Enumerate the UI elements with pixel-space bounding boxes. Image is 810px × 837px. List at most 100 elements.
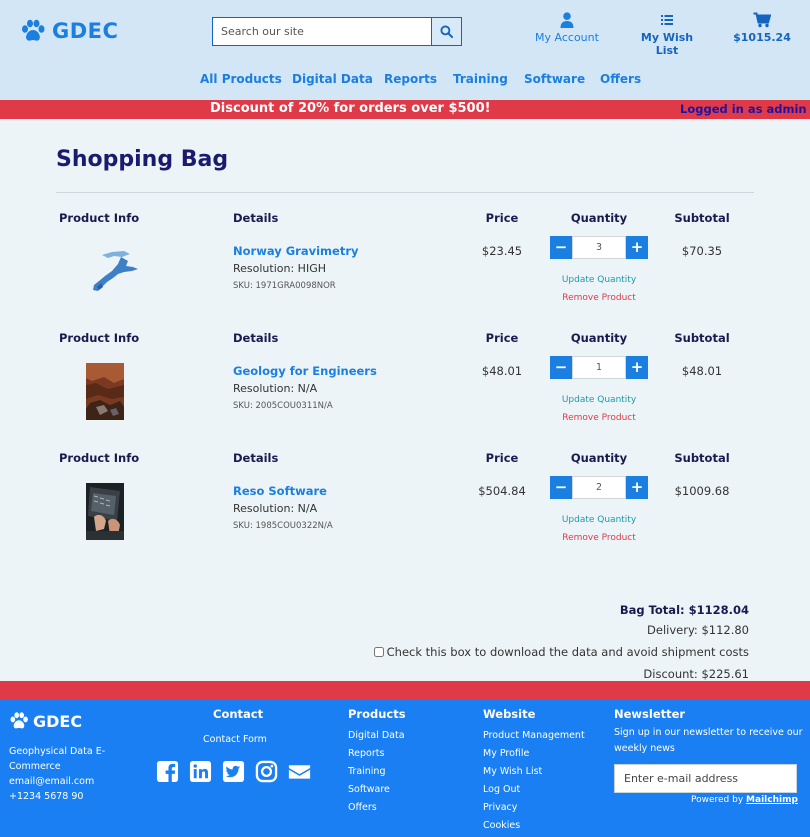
col-product-info: Product Info — [59, 451, 140, 465]
footer-brand-logo[interactable]: GDEC — [9, 711, 82, 731]
shopping-cart-icon — [753, 12, 771, 28]
footer-products-heading: Products — [348, 707, 406, 721]
col-product-info: Product Info — [59, 211, 140, 225]
user-icon — [560, 12, 574, 28]
footer-link-digital-data[interactable]: Digital Data — [348, 727, 405, 745]
footer-link-wish-list[interactable]: My Wish List — [483, 763, 585, 781]
cart-total: $1015.24 — [733, 31, 791, 44]
remove-product-link[interactable]: Remove Product — [550, 533, 648, 543]
footer-link-my-profile[interactable]: My Profile — [483, 745, 585, 763]
footer-link-privacy[interactable]: Privacy — [483, 799, 585, 817]
col-price: Price — [485, 211, 519, 225]
nav-offers[interactable]: Offers — [600, 72, 641, 86]
product-name-link[interactable]: Geology for Engineers — [233, 364, 377, 378]
title-divider — [56, 192, 754, 193]
product-resolution: Resolution: HIGH — [233, 262, 326, 275]
footer-link-product-management[interactable]: Product Management — [483, 727, 585, 745]
update-quantity-link[interactable]: Update Quantity — [550, 395, 648, 405]
quantity-input[interactable]: 3 — [572, 236, 626, 259]
newsletter-description: Sign up in our newsletter to receive our… — [614, 727, 803, 754]
product-name-link[interactable]: Reso Software — [233, 484, 327, 498]
wish-list-label: My Wish List — [640, 31, 694, 57]
col-details: Details — [233, 331, 279, 345]
product-subtotal: $70.35 — [681, 244, 723, 258]
rock-formation-image[interactable] — [86, 363, 124, 420]
nav-all-products[interactable]: All Products — [200, 72, 282, 86]
norway-map-image[interactable] — [88, 247, 142, 295]
newsletter-email-input[interactable] — [614, 764, 797, 793]
increase-quantity-button[interactable]: + — [626, 236, 648, 259]
product-sku: SKU: 2005COU0311N/A — [233, 401, 333, 411]
footer-link-reports[interactable]: Reports — [348, 745, 405, 763]
company-description: Geophysical Data E-Commerce — [9, 746, 106, 772]
nav-training[interactable]: Training — [453, 72, 508, 86]
col-subtotal: Subtotal — [674, 451, 730, 465]
footer-link-training[interactable]: Training — [348, 763, 405, 781]
nav-digital-data[interactable]: Digital Data — [292, 72, 373, 86]
col-price: Price — [485, 451, 519, 465]
page-title: Shopping Bag — [56, 147, 229, 172]
delivery-cost: Delivery: $112.80 — [647, 623, 749, 637]
search-bar — [212, 17, 462, 46]
footer-link-log-out[interactable]: Log Out — [483, 781, 585, 799]
cart-item: Product Info Details Price Quantity Subt… — [0, 211, 810, 331]
my-account-label: My Account — [535, 31, 599, 44]
product-price: $504.84 — [478, 484, 526, 498]
linkedin-icon[interactable] — [189, 760, 212, 783]
product-price: $23.45 — [481, 244, 523, 258]
company-phone: +1234 5678 90 — [9, 791, 84, 802]
twitter-icon[interactable] — [222, 760, 245, 783]
decrease-quantity-button[interactable]: − — [550, 236, 572, 259]
remove-product-link[interactable]: Remove Product — [550, 413, 648, 423]
promo-banner: Discount of 20% for orders over $500! Lo… — [0, 100, 810, 119]
product-price: $48.01 — [481, 364, 523, 378]
remove-product-link[interactable]: Remove Product — [550, 293, 648, 303]
quantity-stepper: − 2 + — [550, 476, 648, 499]
envelope-icon[interactable] — [288, 760, 311, 783]
download-option[interactable]: Check this box to download the data and … — [373, 645, 749, 659]
footer-link-cookies[interactable]: Cookies — [483, 817, 585, 835]
footer-brand-name: GDEC — [33, 711, 83, 731]
quantity-input[interactable]: 1 — [572, 356, 626, 379]
nav-reports[interactable]: Reports — [384, 72, 437, 86]
instagram-icon[interactable] — [255, 760, 278, 783]
update-quantity-link[interactable]: Update Quantity — [550, 515, 648, 525]
brand-logo[interactable]: GDEC — [20, 18, 118, 44]
cart-item: Product Info Details Price Quantity Subt… — [0, 451, 810, 571]
my-account-link[interactable]: My Account — [533, 12, 601, 44]
col-quantity: Quantity — [570, 211, 628, 225]
contact-form-link[interactable]: Contact Form — [203, 731, 267, 749]
paw-icon — [10, 712, 28, 729]
facebook-icon[interactable] — [156, 760, 179, 783]
update-quantity-link[interactable]: Update Quantity — [550, 275, 648, 285]
product-sku: SKU: 1971GRA0098NOR — [233, 281, 336, 291]
footer-contact-info: Geophysical Data E-Commerce email@email.… — [9, 744, 119, 804]
cart-link[interactable]: $1015.24 — [731, 12, 793, 44]
product-name-link[interactable]: Norway Gravimetry — [233, 244, 358, 258]
quantity-stepper: − 1 + — [550, 356, 648, 379]
quantity-stepper: − 3 + — [550, 236, 648, 259]
laptop-typing-image[interactable] — [86, 483, 124, 540]
decrease-quantity-button[interactable]: − — [550, 356, 572, 379]
product-resolution: Resolution: N/A — [233, 382, 318, 395]
search-button[interactable] — [431, 17, 462, 46]
col-product-info: Product Info — [59, 331, 140, 345]
footer-newsletter-heading: Newsletter — [614, 707, 686, 721]
search-input[interactable] — [212, 17, 431, 46]
footer-link-software[interactable]: Software — [348, 781, 405, 799]
wish-list-link[interactable]: My Wish List — [629, 12, 705, 57]
download-checkbox[interactable] — [373, 647, 384, 657]
footer-website-heading: Website — [483, 707, 536, 721]
quantity-input[interactable]: 2 — [572, 476, 626, 499]
brand-name: GDEC — [52, 19, 119, 43]
mailchimp-link[interactable]: Mailchimp — [746, 795, 798, 805]
increase-quantity-button[interactable]: + — [626, 476, 648, 499]
footer-link-offers[interactable]: Offers — [348, 799, 405, 817]
product-sku: SKU: 1985COU0322N/A — [233, 521, 333, 531]
nav-software[interactable]: Software — [524, 72, 585, 86]
site-header: GDEC My Account My Wish List — [0, 0, 810, 100]
powered-by: Powered by Mailchimp — [691, 795, 798, 805]
decrease-quantity-button[interactable]: − — [550, 476, 572, 499]
increase-quantity-button[interactable]: + — [626, 356, 648, 379]
col-subtotal: Subtotal — [674, 211, 730, 225]
